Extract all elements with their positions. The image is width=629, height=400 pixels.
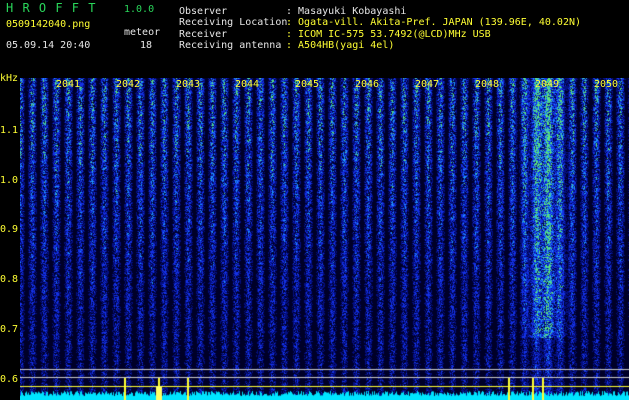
x-tick-label: 2041 (56, 79, 81, 90)
y-axis-unit: kHz (0, 73, 19, 84)
info-value-observer: : Masayuki Kobayashi (286, 6, 407, 17)
spectrogram-canvas (20, 78, 629, 400)
info-label-receiver: Receiver (179, 29, 228, 40)
counter-label: meteor (124, 27, 161, 38)
y-tick-label: 0.6 (0, 374, 19, 385)
y-tick-label: 0.8 (0, 274, 19, 285)
x-tick-label: 2046 (355, 79, 380, 90)
y-tick-label: 0.9 (0, 224, 19, 235)
info-label-location: Receiving Location (179, 17, 288, 28)
app-title: H R O F F T (6, 1, 97, 15)
filename-label: 0509142040.png (6, 19, 91, 30)
x-tick-label: 2050 (594, 79, 619, 90)
y-tick-label: 1.1 (0, 125, 19, 136)
x-tick-label: 2044 (235, 79, 260, 90)
x-tick-label: 2045 (295, 79, 320, 90)
x-tick-label: 2042 (116, 79, 141, 90)
info-value-antenna: : A504HB(yagi 4el) (286, 40, 395, 51)
x-tick-label: 2043 (176, 79, 201, 90)
datetime-label: 05.09.14 20:40 (6, 40, 91, 51)
info-value-receiver: : ICOM IC-575 53.7492(@LCD)MHz USB (286, 29, 491, 40)
x-tick-label: 2047 (415, 79, 440, 90)
info-label-observer: Observer (179, 6, 228, 17)
counter-value: 18 (140, 40, 153, 51)
y-tick-label: 1.0 (0, 175, 19, 186)
x-tick-label: 2048 (475, 79, 500, 90)
app-version: 1.0.0 (124, 4, 155, 15)
x-tick-label: 2049 (535, 79, 560, 90)
y-tick-label: 0.7 (0, 324, 19, 335)
info-label-antenna: Receiving antenna (179, 40, 282, 51)
info-value-location: : Ogata-vill. Akita-Pref. JAPAN (139.96E… (286, 17, 582, 28)
